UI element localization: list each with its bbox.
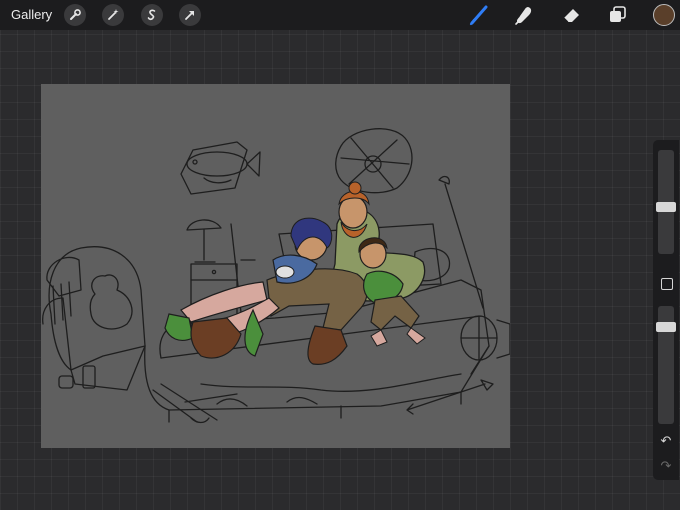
layers-button[interactable] <box>606 4 628 26</box>
adjustments-button[interactable] <box>102 4 124 26</box>
modify-square-button[interactable] <box>661 278 673 290</box>
undo-button[interactable]: ↶ <box>657 433 675 449</box>
brush-icon <box>469 5 488 26</box>
transform-button[interactable] <box>179 4 201 26</box>
gallery-button[interactable]: Gallery <box>11 7 52 22</box>
wrench-icon <box>70 9 81 20</box>
transform-arrow-icon <box>185 11 194 20</box>
drawing-canvas[interactable] <box>41 84 510 448</box>
top-toolbar: Gallery <box>0 0 680 30</box>
artwork-illustration <box>42 128 510 424</box>
color-picker-swatch[interactable] <box>653 4 675 26</box>
smudge-icon <box>515 7 532 25</box>
magic-wand-icon <box>108 9 119 20</box>
actions-button[interactable] <box>64 4 86 26</box>
brush-tool-button[interactable] <box>468 4 490 26</box>
redo-button[interactable]: ↷ <box>657 458 675 474</box>
redo-icon: ↷ <box>660 458 672 473</box>
smudge-tool-button[interactable] <box>513 4 535 26</box>
layers-icon <box>610 6 626 22</box>
selection-icon <box>147 9 156 21</box>
selection-button[interactable] <box>141 4 163 26</box>
brush-sidebar: ↶ ↷ <box>653 140 679 480</box>
undo-icon: ↶ <box>660 433 672 448</box>
eraser-icon <box>563 9 579 23</box>
brush-size-slider[interactable] <box>656 201 676 212</box>
brush-opacity-slider[interactable] <box>656 322 676 333</box>
eraser-tool-button[interactable] <box>560 4 582 26</box>
